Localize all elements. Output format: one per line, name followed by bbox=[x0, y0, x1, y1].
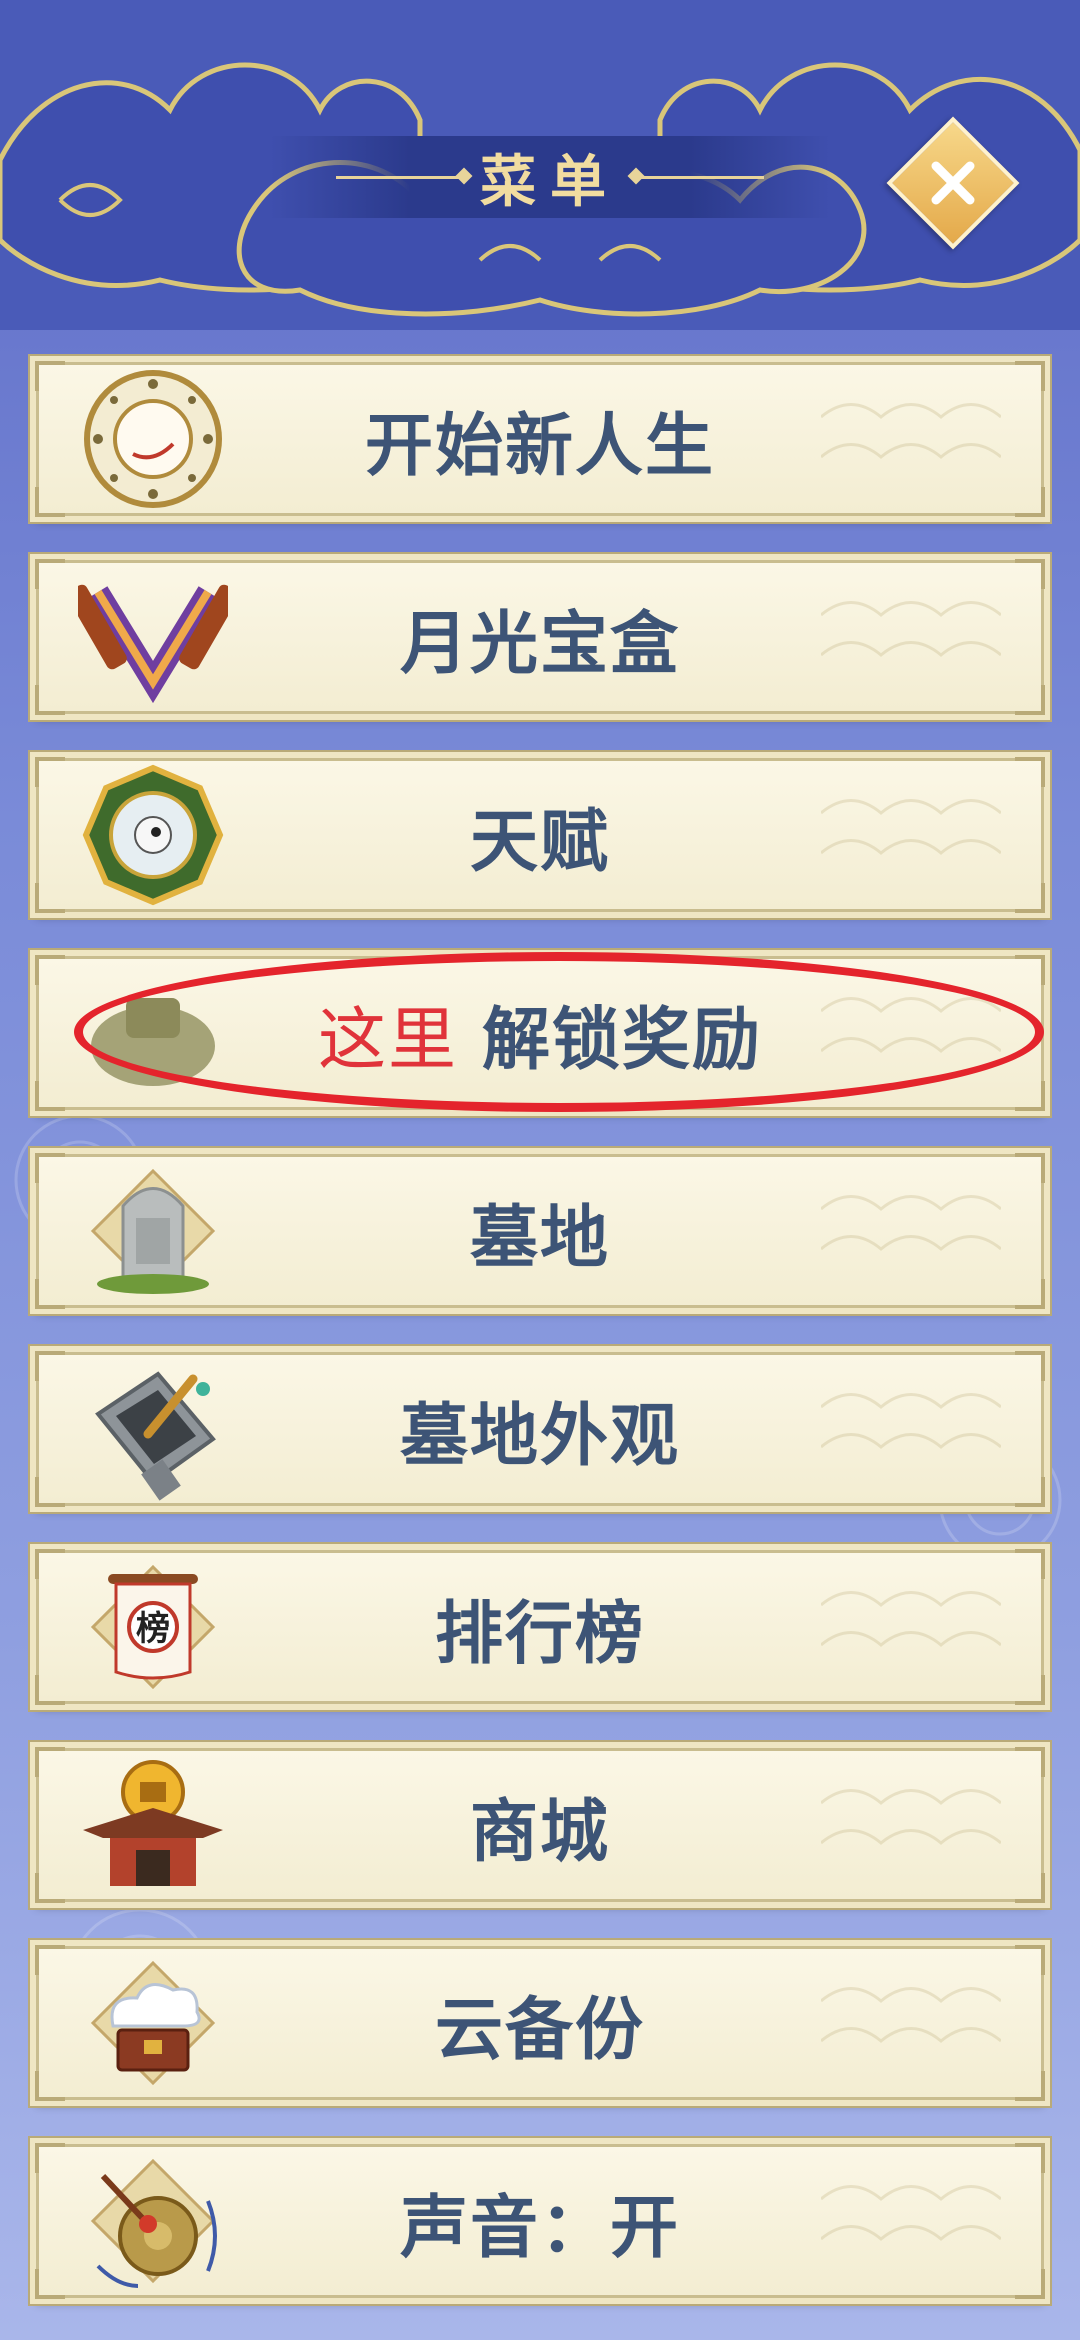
menu-item-ranking[interactable]: 榜 排行榜 bbox=[24, 1540, 1056, 1714]
menu-item-graveyard-skin[interactable]: 墓地外观 bbox=[24, 1342, 1056, 1516]
menu-item-label: 墓地外观 bbox=[399, 1396, 680, 1476]
menu-item-label: 月光宝盒 bbox=[399, 604, 680, 684]
menu-item-label: 开始新人生 bbox=[364, 406, 715, 486]
menu-item-new-life[interactable]: 开始新人生 bbox=[24, 352, 1056, 526]
menu-item-label: 墓地 bbox=[469, 1198, 610, 1278]
menu-item-talent[interactable]: 天赋 bbox=[24, 748, 1056, 922]
menu-item-label: 声音：开 bbox=[399, 2188, 680, 2268]
menu-item-label: 天赋 bbox=[469, 802, 610, 882]
menu-item-label: 商城 bbox=[469, 1792, 610, 1872]
menu-item-graveyard[interactable]: 墓地 bbox=[24, 1144, 1056, 1318]
menu-list: 开始新人生 月光宝盒 天赋 这里 解锁奖励 墓地 墓地外观 榜 排行榜 商城 云… bbox=[0, 0, 1080, 2340]
menu-item-moonlight-box[interactable]: 月光宝盒 bbox=[24, 550, 1056, 724]
menu-item-label: 排行榜 bbox=[434, 1594, 645, 1674]
menu-item-cloud-backup[interactable]: 云备份 bbox=[24, 1936, 1056, 2110]
menu-item-label: 云备份 bbox=[434, 1990, 645, 2070]
highlight-oval bbox=[74, 952, 1044, 1112]
menu-item-shop[interactable]: 商城 bbox=[24, 1738, 1056, 1912]
menu-item-sound-toggle[interactable]: 声音：开 bbox=[24, 2134, 1056, 2308]
